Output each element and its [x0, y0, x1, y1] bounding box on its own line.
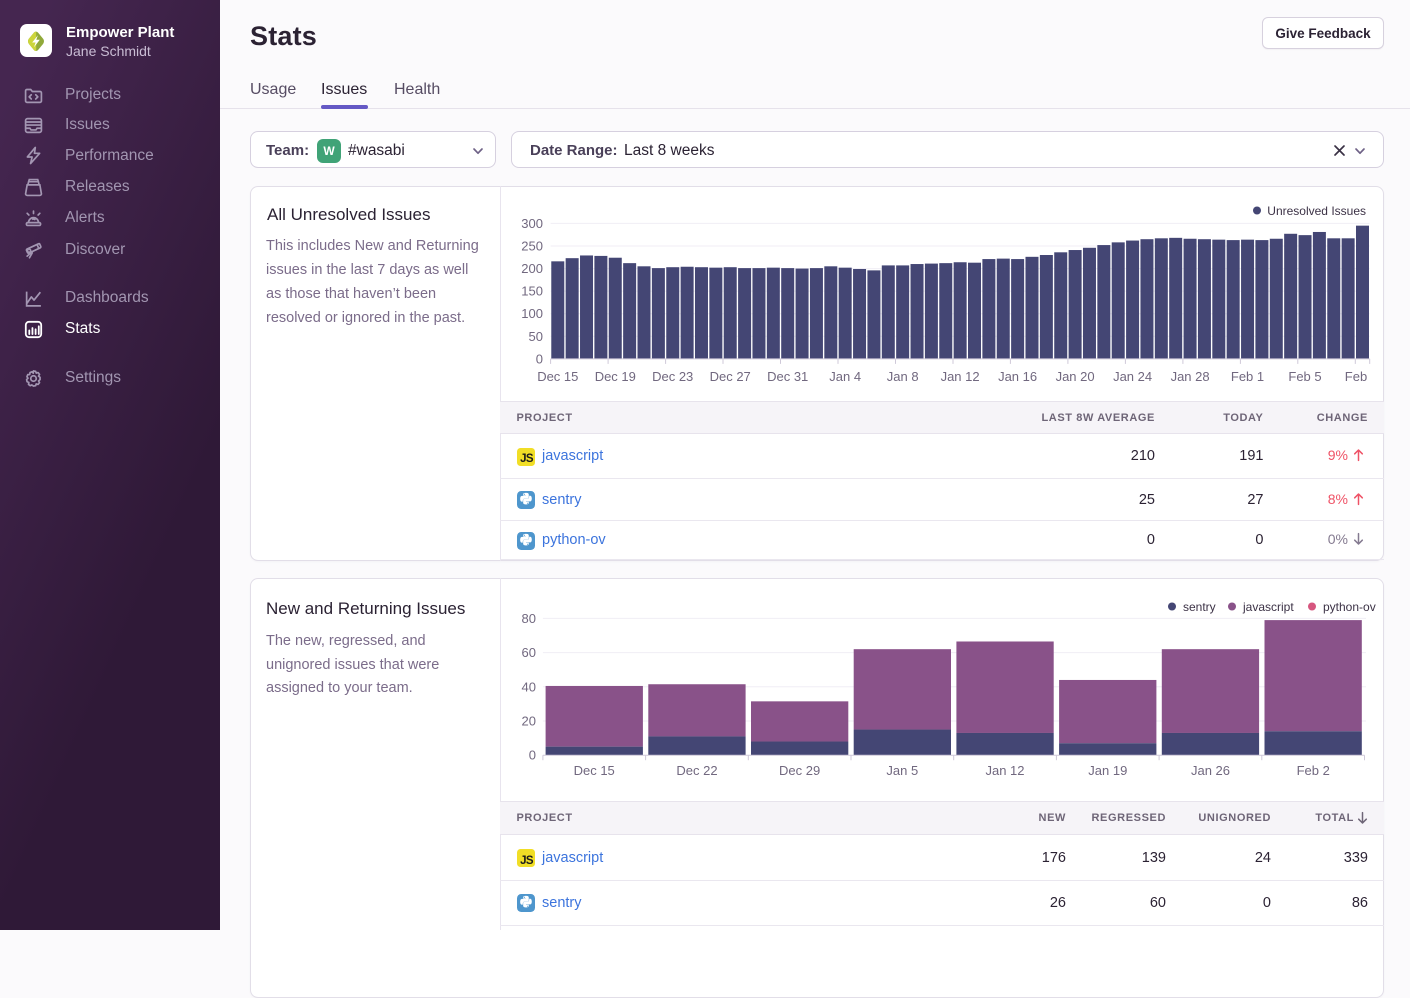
svg-text:150: 150	[521, 284, 543, 299]
svg-text:Jan 5: Jan 5	[886, 763, 918, 778]
svg-text:Dec 23: Dec 23	[652, 369, 693, 384]
svg-text:Dec 19: Dec 19	[595, 369, 636, 384]
svg-text:300: 300	[521, 216, 543, 231]
svg-text:Dec 22: Dec 22	[676, 763, 717, 778]
svg-text:Jan 26: Jan 26	[1191, 763, 1230, 778]
svg-text:javascript: javascript	[1242, 600, 1294, 614]
svg-text:Jan 12: Jan 12	[985, 763, 1024, 778]
svg-text:0: 0	[529, 748, 536, 763]
svg-text:Dec 29: Dec 29	[779, 763, 820, 778]
svg-text:Jan 24: Jan 24	[1113, 369, 1152, 384]
svg-text:40: 40	[522, 679, 536, 694]
svg-text:Dec 15: Dec 15	[537, 369, 578, 384]
svg-text:Unresolved Issues: Unresolved Issues	[1267, 204, 1366, 218]
svg-text:0: 0	[536, 351, 543, 366]
svg-text:Jan 19: Jan 19	[1088, 763, 1127, 778]
svg-text:200: 200	[521, 261, 543, 276]
svg-text:20: 20	[522, 714, 536, 729]
svg-text:Feb 5: Feb 5	[1288, 369, 1321, 384]
svg-text:Jan 12: Jan 12	[941, 369, 980, 384]
svg-text:100: 100	[521, 306, 543, 321]
svg-text:50: 50	[529, 329, 543, 344]
svg-text:Dec 15: Dec 15	[574, 763, 615, 778]
svg-text:sentry: sentry	[1183, 600, 1216, 614]
svg-text:Jan 16: Jan 16	[998, 369, 1037, 384]
svg-text:60: 60	[522, 645, 536, 660]
svg-text:80: 80	[522, 611, 536, 626]
svg-text:Jan 8: Jan 8	[887, 369, 919, 384]
svg-text:Feb 1: Feb 1	[1231, 369, 1264, 384]
svg-text:Feb: Feb	[1345, 369, 1367, 384]
svg-text:Feb 2: Feb 2	[1297, 763, 1330, 778]
svg-text:python-ov: python-ov	[1323, 600, 1376, 614]
svg-text:Dec 31: Dec 31	[767, 369, 808, 384]
svg-text:Jan 4: Jan 4	[829, 369, 861, 384]
svg-text:Dec 27: Dec 27	[710, 369, 751, 384]
svg-text:Jan 20: Jan 20	[1056, 369, 1095, 384]
svg-text:Jan 28: Jan 28	[1171, 369, 1210, 384]
svg-text:250: 250	[521, 239, 543, 254]
